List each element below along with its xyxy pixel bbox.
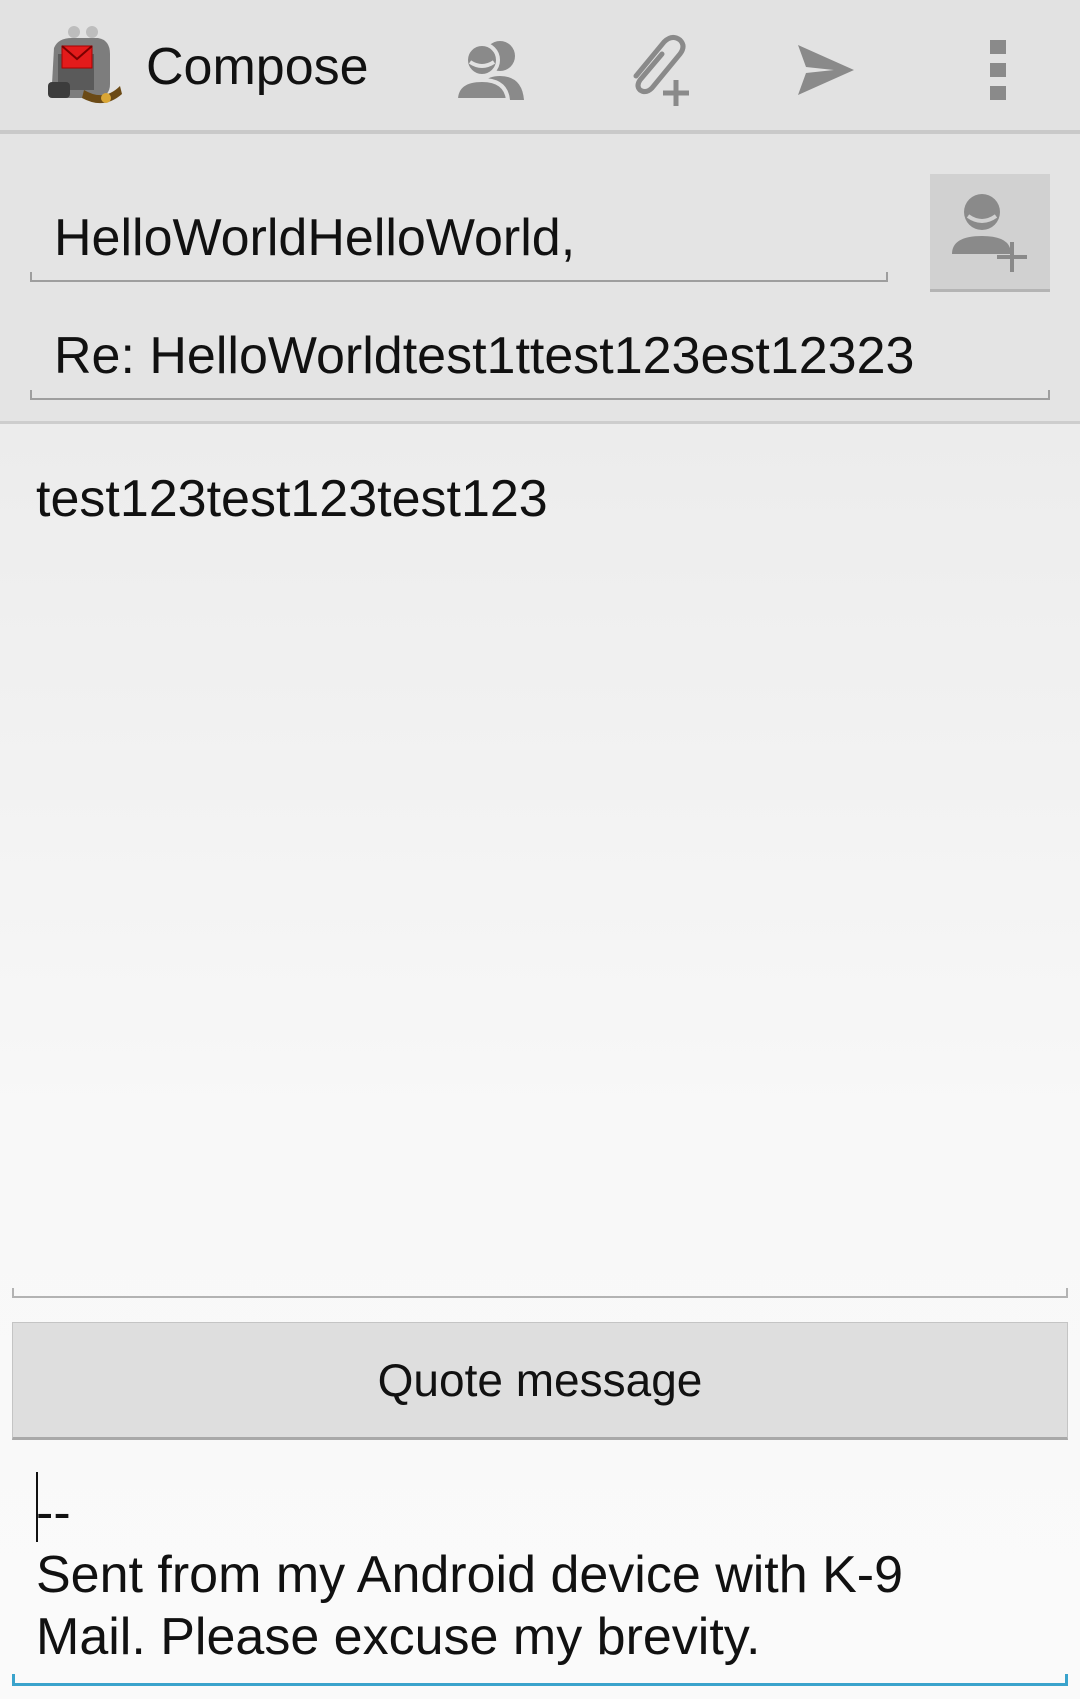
overflow-menu-icon <box>990 40 1006 100</box>
k9-mail-app-icon[interactable] <box>44 24 124 108</box>
attach-file-button[interactable] <box>612 22 708 118</box>
message-field-value: test123test123test123 <box>36 470 548 528</box>
send-button[interactable] <box>778 22 874 118</box>
screen-title: Compose <box>146 38 369 96</box>
action-bar: Compose <box>0 0 1080 134</box>
signature-dash-text: -- <box>36 1484 71 1542</box>
subject-field[interactable]: Re: HelloWorldtest1ttest123est12323 <box>30 312 1050 400</box>
send-icon <box>798 45 854 95</box>
contacts-button[interactable] <box>444 22 540 118</box>
message-field[interactable]: test123test123test123 <box>12 464 1068 1298</box>
signature-text: Sent from my Android device with K-9 Mai… <box>36 1546 904 1666</box>
contacts-icon <box>454 41 524 102</box>
signature-field[interactable]: -- Sent from my Android device with K-9 … <box>12 1472 1068 1686</box>
attach-file-icon <box>633 34 689 106</box>
signature-separator: -- <box>36 1472 1068 1544</box>
quote-message-button[interactable]: Quote message <box>12 1322 1068 1440</box>
text-cursor <box>36 1472 38 1542</box>
subject-field-value: Re: HelloWorldtest1ttest123est12323 <box>54 327 915 385</box>
overflow-menu-button[interactable] <box>950 22 1046 118</box>
add-contact-icon <box>952 193 1027 272</box>
compose-body: test123test123test123 Quote message -- S… <box>0 424 1080 1699</box>
add-contact-button[interactable] <box>930 174 1050 292</box>
to-field[interactable]: HelloWorldHelloWorld, <box>30 194 888 282</box>
to-field-value: HelloWorldHelloWorld, <box>54 209 576 267</box>
recipient-header: HelloWorldHelloWorld, Re: HelloWorldtest… <box>0 134 1080 424</box>
